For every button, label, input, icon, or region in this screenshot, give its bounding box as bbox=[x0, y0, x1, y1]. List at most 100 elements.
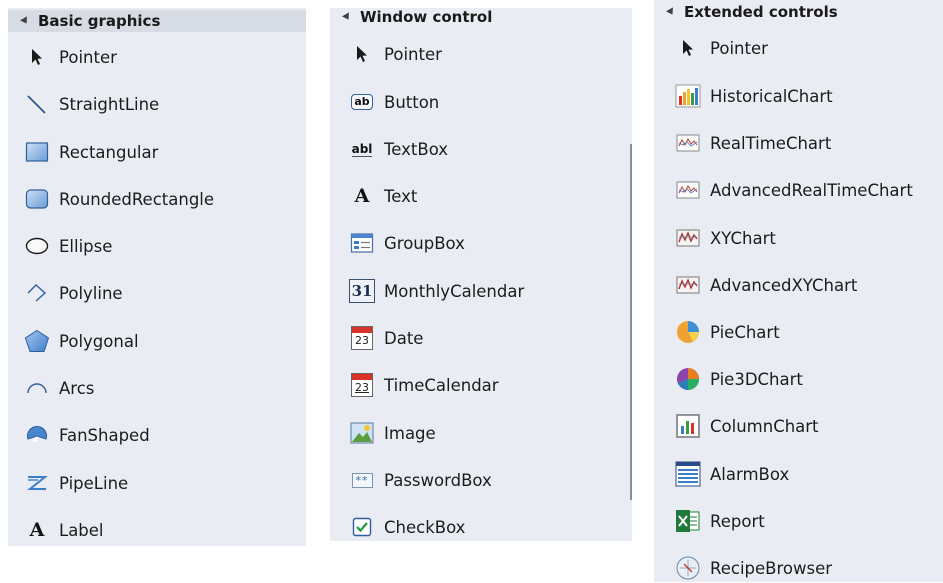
tool-label-control[interactable]: A Label bbox=[24, 515, 104, 545]
tool-time-calendar[interactable]: 23 TimeCalendar bbox=[349, 370, 499, 400]
tool-label: AlarmBox bbox=[710, 464, 790, 484]
tool-rectangular[interactable]: Rectangular bbox=[24, 137, 158, 167]
tool-pointer[interactable]: Pointer bbox=[24, 42, 117, 72]
tool-arcs[interactable]: Arcs bbox=[24, 373, 94, 403]
tool-polygonal[interactable]: Polygonal bbox=[24, 326, 139, 356]
tool-label: AdvancedXYChart bbox=[710, 275, 858, 295]
tool-pointer[interactable]: Pointer bbox=[675, 33, 768, 63]
basic-graphics-header[interactable]: Basic graphics bbox=[8, 10, 306, 32]
tool-label: Pointer bbox=[384, 44, 442, 64]
rounded-rectangle-icon bbox=[24, 186, 50, 212]
tool-label: Arcs bbox=[59, 378, 95, 398]
window-control-header[interactable]: Window control bbox=[330, 8, 632, 26]
tool-label: Rectangular bbox=[59, 142, 159, 162]
rectangle-icon bbox=[24, 139, 50, 165]
tool-polyline[interactable]: Polyline bbox=[24, 278, 123, 308]
tool-report[interactable]: Report bbox=[675, 506, 765, 536]
tool-ellipse[interactable]: Ellipse bbox=[24, 231, 112, 261]
tool-image[interactable]: Image bbox=[349, 418, 436, 448]
tool-advanced-xy-chart[interactable]: AdvancedXYChart bbox=[675, 270, 857, 300]
tool-recipe-browser[interactable]: RecipeBrowser bbox=[675, 553, 832, 583]
tool-fan-shaped[interactable]: FanShaped bbox=[24, 420, 150, 450]
text-icon: A bbox=[354, 185, 370, 207]
tool-label: Pointer bbox=[710, 38, 768, 58]
tool-groupbox[interactable]: GroupBox bbox=[349, 228, 465, 258]
xy-chart-icon bbox=[675, 225, 701, 251]
tool-textbox[interactable]: abl TextBox bbox=[349, 134, 448, 164]
tool-label: RecipeBrowser bbox=[710, 558, 833, 578]
tool-label: Polyline bbox=[59, 283, 123, 303]
tool-realtime-chart[interactable]: RealTimeChart bbox=[675, 128, 831, 158]
checkbox-icon bbox=[349, 514, 375, 540]
advanced-realtime-chart-icon bbox=[675, 177, 701, 203]
tool-label: Text bbox=[384, 186, 418, 206]
recipe-browser-icon bbox=[675, 555, 701, 581]
basic-graphics-panel: Basic graphics Pointer StraightLine Rect… bbox=[8, 8, 306, 546]
historical-chart-icon bbox=[675, 83, 701, 109]
tool-label: PieChart bbox=[710, 322, 780, 342]
tool-alarm-box[interactable]: AlarmBox bbox=[675, 459, 789, 489]
tool-monthly-calendar[interactable]: 31 MonthlyCalendar bbox=[349, 276, 524, 306]
tool-label: TimeCalendar bbox=[384, 375, 499, 395]
time-calendar-icon: 23 bbox=[349, 372, 375, 398]
advanced-xy-chart-icon bbox=[675, 272, 701, 298]
polyline-icon bbox=[24, 280, 50, 306]
tool-label: PasswordBox bbox=[384, 470, 492, 490]
tool-label: Pointer bbox=[59, 47, 117, 67]
panel-title: Window control bbox=[360, 8, 493, 26]
tool-label: Date bbox=[384, 328, 424, 348]
tool-rounded-rectangle[interactable]: RoundedRectangle bbox=[24, 184, 214, 214]
collapse-triangle-icon[interactable] bbox=[342, 12, 352, 22]
tool-label: MonthlyCalendar bbox=[384, 281, 525, 301]
tool-pie-3d-chart[interactable]: Pie3DChart bbox=[675, 364, 803, 394]
tool-label: XYChart bbox=[710, 228, 776, 248]
tool-label: Label bbox=[59, 520, 104, 540]
report-excel-icon bbox=[675, 508, 701, 534]
tool-label: Report bbox=[710, 511, 765, 531]
pointer-icon bbox=[675, 35, 701, 61]
realtime-chart-icon bbox=[675, 130, 701, 156]
panel-title: Basic graphics bbox=[38, 12, 161, 30]
fan-shape-icon bbox=[24, 422, 50, 448]
tool-label: Button bbox=[384, 92, 440, 112]
tool-advanced-realtime-chart[interactable]: AdvancedRealTimeChart bbox=[675, 175, 913, 205]
panel-title: Extended controls bbox=[684, 3, 838, 21]
tool-column-chart[interactable]: ColumnChart bbox=[675, 411, 819, 441]
ellipse-icon bbox=[24, 233, 50, 259]
tool-xy-chart[interactable]: XYChart bbox=[675, 223, 776, 253]
label-icon: A bbox=[29, 519, 45, 541]
tool-label: AdvancedRealTimeChart bbox=[710, 180, 913, 200]
tool-label: Pie3DChart bbox=[710, 369, 803, 389]
button-icon: ab bbox=[349, 89, 375, 115]
extended-controls-panel: Extended controls Pointer HistoricalChar… bbox=[654, 0, 943, 582]
tool-text[interactable]: A Text bbox=[349, 181, 418, 211]
extended-controls-header[interactable]: Extended controls bbox=[654, 2, 943, 22]
tool-straight-line[interactable]: StraightLine bbox=[24, 89, 159, 119]
tool-label: PipeLine bbox=[59, 473, 129, 493]
straight-line-icon bbox=[24, 91, 50, 117]
tool-password-box[interactable]: ** PasswordBox bbox=[349, 465, 492, 495]
groupbox-icon bbox=[349, 230, 375, 256]
tool-pie-chart[interactable]: PieChart bbox=[675, 317, 780, 347]
image-icon bbox=[349, 420, 375, 446]
monthly-calendar-icon: 31 bbox=[349, 278, 375, 304]
tool-label: RoundedRectangle bbox=[59, 189, 215, 209]
tool-button[interactable]: ab Button bbox=[349, 87, 439, 117]
tool-date[interactable]: 23 Date bbox=[349, 323, 423, 353]
tool-label: CheckBox bbox=[384, 517, 466, 537]
tool-checkbox[interactable]: CheckBox bbox=[349, 512, 465, 542]
polygon-icon bbox=[24, 328, 50, 354]
collapse-triangle-icon[interactable] bbox=[20, 16, 30, 26]
password-box-icon: ** bbox=[349, 467, 375, 493]
pointer-icon bbox=[24, 44, 50, 70]
tool-label: ColumnChart bbox=[710, 416, 819, 436]
column-chart-icon bbox=[675, 413, 701, 439]
tool-label: FanShaped bbox=[59, 425, 150, 445]
tool-historical-chart[interactable]: HistoricalChart bbox=[675, 81, 833, 111]
pipeline-icon bbox=[24, 470, 50, 496]
tool-pipeline[interactable]: PipeLine bbox=[24, 468, 128, 498]
pie-3d-chart-icon bbox=[675, 366, 701, 392]
tool-pointer[interactable]: Pointer bbox=[349, 39, 442, 69]
collapse-triangle-icon[interactable] bbox=[666, 7, 676, 17]
vertical-scrollbar[interactable] bbox=[630, 144, 632, 500]
